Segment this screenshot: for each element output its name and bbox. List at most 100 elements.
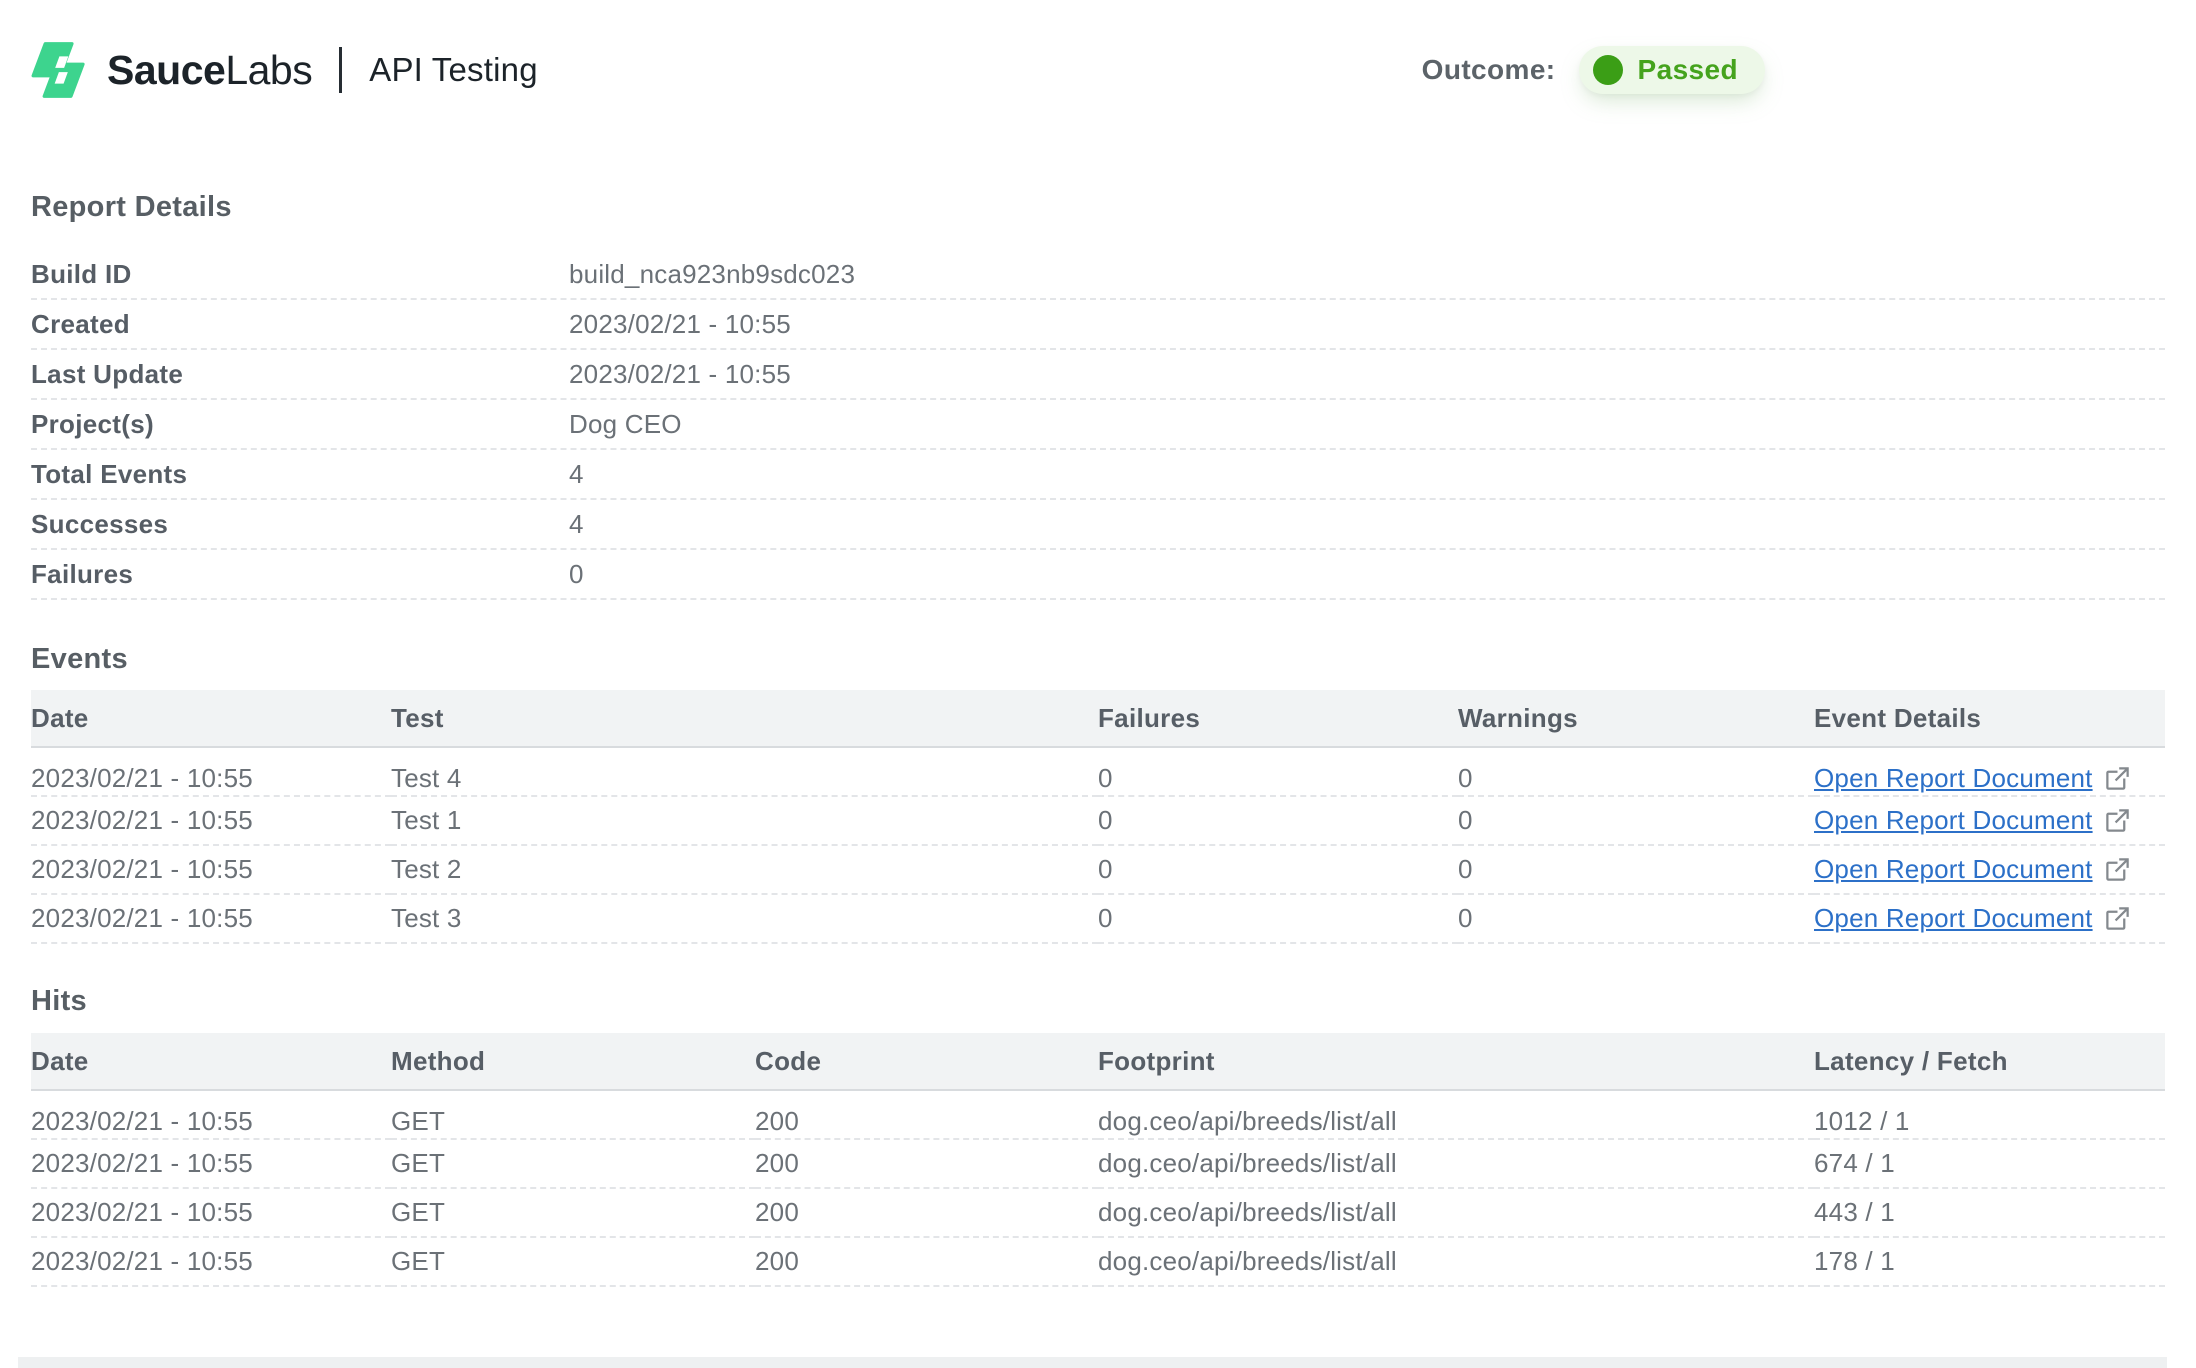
detail-label: Last Update: [31, 359, 569, 390]
open-report-document-link[interactable]: Open Report Document: [1814, 805, 2131, 836]
detail-row-total-events: Total Events 4: [31, 450, 2165, 500]
open-report-document-link[interactable]: Open Report Document: [1814, 763, 2131, 794]
detail-label: Total Events: [31, 459, 569, 490]
hit-date: 2023/02/21 - 10:55: [31, 1139, 391, 1188]
brand-wordmark: SauceLabs: [107, 47, 312, 94]
event-date: 2023/02/21 - 10:55: [31, 747, 391, 796]
detail-value: 2023/02/21 - 10:55: [569, 359, 791, 390]
event-details-cell: Open Report Document: [1814, 747, 2165, 796]
brand-sauce: Sauce: [107, 47, 225, 93]
hit-method: GET: [391, 1090, 755, 1139]
event-failures: 0: [1098, 894, 1458, 943]
hit-row: 2023/02/21 - 10:55 GET 200 dog.ceo/api/b…: [31, 1090, 2165, 1139]
hit-code: 200: [755, 1090, 1098, 1139]
external-link-icon: [2104, 856, 2131, 883]
external-link-icon: [2104, 905, 2131, 932]
event-details-cell: Open Report Document: [1814, 796, 2165, 845]
column-header-footprint: Footprint: [1098, 1033, 1814, 1090]
hit-footprint: dog.ceo/api/breeds/list/all: [1098, 1188, 1814, 1237]
hit-date: 2023/02/21 - 10:55: [31, 1188, 391, 1237]
detail-row-successes: Successes 4: [31, 500, 2165, 550]
event-date: 2023/02/21 - 10:55: [31, 894, 391, 943]
brand-labs: Labs: [225, 47, 312, 93]
event-details-cell: Open Report Document: [1814, 894, 2165, 943]
event-test: Test 4: [391, 747, 1098, 796]
events-table-header: Date Test Failures Warnings Event Detail…: [31, 690, 2165, 747]
hit-code: 200: [755, 1188, 1098, 1237]
hit-latency-fetch: 178 / 1: [1814, 1237, 2165, 1286]
next-section-edge: [18, 1357, 2167, 1368]
open-report-document-label: Open Report Document: [1814, 854, 2093, 885]
open-report-document-link[interactable]: Open Report Document: [1814, 903, 2131, 934]
external-link-icon: [2104, 765, 2131, 792]
page-container: SauceLabs API Testing Outcome: Passed Re…: [0, 0, 2196, 1287]
detail-row-failures: Failures 0: [31, 550, 2165, 600]
detail-row-last-update: Last Update 2023/02/21 - 10:55: [31, 350, 2165, 400]
report-details-title: Report Details: [31, 193, 2165, 222]
event-warnings: 0: [1458, 747, 1814, 796]
hit-method: GET: [391, 1237, 755, 1286]
outcome-label: Outcome:: [1422, 54, 1556, 86]
open-report-document-label: Open Report Document: [1814, 763, 2093, 794]
hit-latency-fetch: 1012 / 1: [1814, 1090, 2165, 1139]
hit-code: 200: [755, 1237, 1098, 1286]
hit-footprint: dog.ceo/api/breeds/list/all: [1098, 1090, 1814, 1139]
event-failures: 0: [1098, 796, 1458, 845]
api-testing-report-page: { "colors": { "brand_green": "#3DD48E", …: [0, 0, 2196, 1368]
brand: SauceLabs API Testing: [31, 41, 538, 99]
open-report-document-label: Open Report Document: [1814, 805, 2093, 836]
hit-method: GET: [391, 1188, 755, 1237]
outcome-status-text: Passed: [1638, 54, 1738, 86]
detail-label: Build ID: [31, 259, 569, 290]
event-failures: 0: [1098, 845, 1458, 894]
hit-latency-fetch: 443 / 1: [1814, 1188, 2165, 1237]
column-header-code: Code: [755, 1033, 1098, 1090]
hit-latency-fetch: 674 / 1: [1814, 1139, 2165, 1188]
column-header-failures: Failures: [1098, 690, 1458, 747]
event-row: 2023/02/21 - 10:55 Test 4 0 0 Open Repor…: [31, 747, 2165, 796]
hit-row: 2023/02/21 - 10:55 GET 200 dog.ceo/api/b…: [31, 1237, 2165, 1286]
detail-value: Dog CEO: [569, 409, 682, 440]
event-test: Test 1: [391, 796, 1098, 845]
event-row: 2023/02/21 - 10:55 Test 3 0 0 Open Repor…: [31, 894, 2165, 943]
event-warnings: 0: [1458, 796, 1814, 845]
hit-row: 2023/02/21 - 10:55 GET 200 dog.ceo/api/b…: [31, 1139, 2165, 1188]
detail-label: Project(s): [31, 409, 569, 440]
open-report-document-link[interactable]: Open Report Document: [1814, 854, 2131, 885]
open-report-document-label: Open Report Document: [1814, 903, 2093, 934]
event-date: 2023/02/21 - 10:55: [31, 845, 391, 894]
hit-date: 2023/02/21 - 10:55: [31, 1237, 391, 1286]
detail-row-build-id: Build ID build_nca923nb9sdc023: [31, 250, 2165, 300]
outcome-status-badge: Passed: [1579, 46, 1765, 94]
hit-row: 2023/02/21 - 10:55 GET 200 dog.ceo/api/b…: [31, 1188, 2165, 1237]
events-title: Events: [31, 645, 2165, 674]
event-warnings: 0: [1458, 894, 1814, 943]
hit-date: 2023/02/21 - 10:55: [31, 1090, 391, 1139]
sauce-labs-logo-icon: [31, 41, 92, 99]
detail-label: Created: [31, 309, 569, 340]
hits-table: Date Method Code Footprint Latency / Fet…: [31, 1033, 2165, 1287]
hits-table-header: Date Method Code Footprint Latency / Fet…: [31, 1033, 2165, 1090]
event-details-cell: Open Report Document: [1814, 845, 2165, 894]
events-table: Date Test Failures Warnings Event Detail…: [31, 690, 2165, 944]
detail-row-projects: Project(s) Dog CEO: [31, 400, 2165, 450]
external-link-icon: [2104, 807, 2131, 834]
event-failures: 0: [1098, 747, 1458, 796]
event-test: Test 3: [391, 894, 1098, 943]
hit-footprint: dog.ceo/api/breeds/list/all: [1098, 1139, 1814, 1188]
column-header-test: Test: [391, 690, 1098, 747]
hit-footprint: dog.ceo/api/breeds/list/all: [1098, 1237, 1814, 1286]
column-header-event-details: Event Details: [1814, 690, 2165, 747]
detail-label: Successes: [31, 509, 569, 540]
column-header-date: Date: [31, 690, 391, 747]
detail-label: Failures: [31, 559, 569, 590]
event-test: Test 2: [391, 845, 1098, 894]
hit-code: 200: [755, 1139, 1098, 1188]
column-header-warnings: Warnings: [1458, 690, 1814, 747]
event-date: 2023/02/21 - 10:55: [31, 796, 391, 845]
column-header-method: Method: [391, 1033, 755, 1090]
hit-method: GET: [391, 1139, 755, 1188]
outcome: Outcome: Passed: [1422, 46, 1765, 94]
brand-divider: [339, 47, 342, 93]
passed-status-dot-icon: [1593, 55, 1623, 85]
